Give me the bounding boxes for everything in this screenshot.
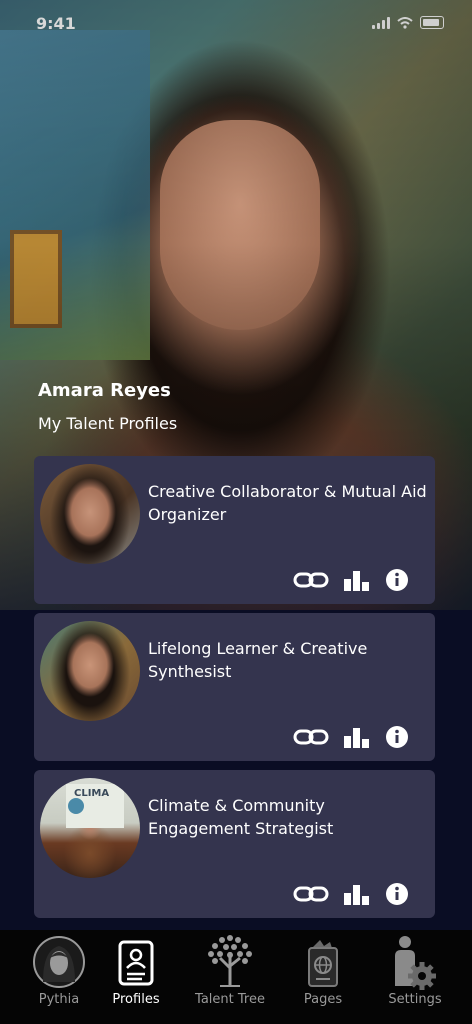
pythia-avatar-icon xyxy=(33,936,85,988)
link-icon[interactable] xyxy=(293,885,329,903)
passport-icon xyxy=(308,940,338,987)
profile-title: Climate & Community Engagement Strategis… xyxy=(148,796,334,838)
tab-settings[interactable]: Settings xyxy=(368,930,462,1024)
wifi-icon xyxy=(397,16,413,29)
tab-label: Pages xyxy=(303,992,343,1007)
board-text: CLIMA xyxy=(74,788,110,799)
profile-card-icon xyxy=(118,940,154,986)
tab-label: Settings xyxy=(388,992,442,1007)
info-icon[interactable] xyxy=(385,568,409,592)
profile-title: Lifelong Learner & Creative Synthesist xyxy=(148,639,368,681)
link-icon[interactable] xyxy=(293,571,329,589)
status-bar: 9:41 xyxy=(0,0,472,46)
bar-chart-icon[interactable] xyxy=(343,726,371,748)
bar-chart-icon[interactable] xyxy=(343,569,371,591)
tab-talent-tree[interactable]: Talent Tree xyxy=(183,930,277,1024)
link-icon[interactable] xyxy=(293,728,329,746)
globe-icon xyxy=(68,798,84,814)
user-name: Amara Reyes xyxy=(38,380,171,401)
info-icon[interactable] xyxy=(385,882,409,906)
tab-pages[interactable]: Pages xyxy=(276,930,370,1024)
section-title: My Talent Profiles xyxy=(38,414,178,433)
profile-card[interactable]: Lifelong Learner & Creative Synthesist xyxy=(34,613,435,761)
tab-label: Talent Tree xyxy=(195,992,265,1007)
status-time: 9:41 xyxy=(36,14,76,33)
profile-title: Creative Collaborator & Mutual Aid Organ… xyxy=(148,482,427,524)
battery-icon xyxy=(420,16,444,29)
tree-icon xyxy=(208,935,252,987)
presenter-climate-board-icon: CLIMA xyxy=(40,778,140,878)
tab-label: Profiles xyxy=(112,992,160,1007)
tab-profiles[interactable]: Profiles xyxy=(89,930,183,1024)
profile-card[interactable]: CLIMA Climate & Community Engagement Str… xyxy=(34,770,435,918)
profile-card[interactable]: Creative Collaborator & Mutual Aid Organ… xyxy=(34,456,435,604)
bar-chart-icon[interactable] xyxy=(343,883,371,905)
info-icon[interactable] xyxy=(385,725,409,749)
person-gear-icon xyxy=(395,936,436,990)
signal-icon xyxy=(372,16,390,29)
portrait-woman-scarf-icon xyxy=(40,621,140,721)
tab-bar: Pythia Profiles Talent Tree Pages Settin… xyxy=(0,930,472,1024)
portrait-woman-braid-icon xyxy=(40,464,140,564)
